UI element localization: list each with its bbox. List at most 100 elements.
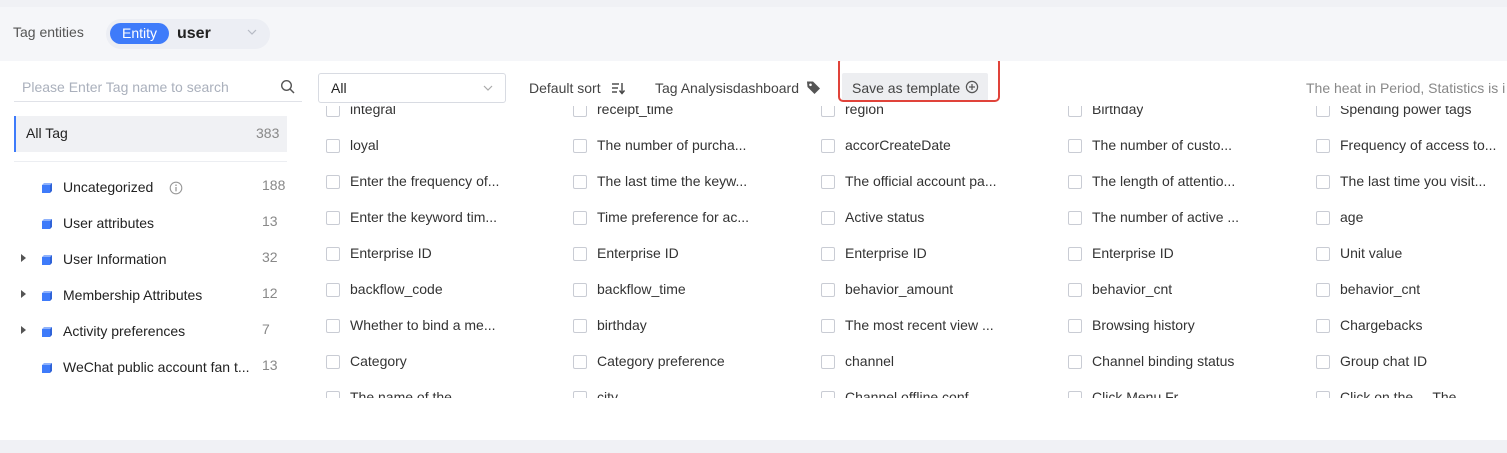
tag-checkbox[interactable] bbox=[821, 355, 835, 369]
tag-checkbox[interactable] bbox=[1316, 247, 1330, 261]
tag-item[interactable]: loyal bbox=[312, 125, 552, 161]
tag-analysis-dashboard-link[interactable]: Tag Analysisdashboard bbox=[655, 80, 799, 96]
tag-checkbox[interactable] bbox=[1316, 355, 1330, 369]
tag-checkbox[interactable] bbox=[1068, 355, 1082, 369]
tag-item[interactable]: Enter the frequency of... bbox=[312, 161, 552, 197]
tag-item[interactable]: behavior_amount bbox=[807, 269, 1047, 305]
tag-item[interactable]: Category preference bbox=[559, 341, 799, 377]
tag-checkbox[interactable] bbox=[1068, 175, 1082, 189]
entity-select[interactable]: Entity user bbox=[106, 19, 270, 49]
sidebar-item-all-tag[interactable]: All Tag 383 bbox=[14, 116, 287, 152]
tag-checkbox[interactable] bbox=[573, 319, 587, 333]
tag-item[interactable]: channel bbox=[807, 341, 1047, 377]
tag-item[interactable]: Active status bbox=[807, 197, 1047, 233]
search-icon[interactable] bbox=[280, 79, 296, 95]
tag-item[interactable]: region bbox=[807, 106, 1047, 125]
tag-item[interactable]: backflow_time bbox=[559, 269, 799, 305]
tag-item[interactable]: behavior_cnt bbox=[1302, 269, 1507, 305]
tag-checkbox[interactable] bbox=[326, 391, 340, 398]
sidebar-item-uncategorized[interactable]: Uncategorized 188 bbox=[14, 170, 287, 206]
tag-checkbox[interactable] bbox=[1068, 319, 1082, 333]
tag-item[interactable]: Enterprise ID bbox=[312, 233, 552, 269]
tag-checkbox[interactable] bbox=[573, 355, 587, 369]
tag-filter-select[interactable]: All bbox=[318, 73, 506, 103]
tag-item[interactable]: Time preference for ac... bbox=[559, 197, 799, 233]
sidebar-item-user-attributes[interactable]: User attributes 13 bbox=[14, 206, 287, 242]
tag-item[interactable]: behavior_cnt bbox=[1054, 269, 1294, 305]
tag-checkbox[interactable] bbox=[326, 175, 340, 189]
default-sort-button[interactable]: Default sort bbox=[529, 80, 601, 96]
tag-checkbox[interactable] bbox=[1068, 106, 1082, 117]
tag-checkbox[interactable] bbox=[1068, 391, 1082, 398]
expand-arrow-icon[interactable] bbox=[21, 326, 26, 334]
tag-checkbox[interactable] bbox=[821, 319, 835, 333]
sidebar-item-activity-preferences[interactable]: Activity preferences 7 bbox=[14, 314, 287, 350]
sidebar-item-membership-attributes[interactable]: Membership Attributes 12 bbox=[14, 278, 287, 314]
expand-arrow-icon[interactable] bbox=[21, 290, 26, 298]
tag-checkbox[interactable] bbox=[326, 211, 340, 225]
tag-checkbox[interactable] bbox=[573, 247, 587, 261]
sidebar-item-wechat-fans[interactable]: WeChat public account fan t... 13 bbox=[14, 350, 287, 386]
tag-item[interactable]: The number of active ... bbox=[1054, 197, 1294, 233]
tag-item[interactable]: The length of attentio... bbox=[1054, 161, 1294, 197]
tag-item[interactable]: The number of custo... bbox=[1054, 125, 1294, 161]
tag-item[interactable]: Click Menu Fr... bbox=[1054, 377, 1294, 398]
tag-item[interactable]: receipt_time bbox=[559, 106, 799, 125]
tag-item[interactable]: Group chat ID bbox=[1302, 341, 1507, 377]
sort-icon[interactable] bbox=[611, 81, 625, 95]
tag-item[interactable]: Enterprise ID bbox=[559, 233, 799, 269]
tag-checkbox[interactable] bbox=[1068, 211, 1082, 225]
tag-checkbox[interactable] bbox=[821, 247, 835, 261]
tag-checkbox[interactable] bbox=[1316, 175, 1330, 189]
tag-icon[interactable] bbox=[806, 80, 821, 95]
sidebar-item-user-information[interactable]: User Information 32 bbox=[14, 242, 287, 278]
tag-item[interactable]: Enter the keyword tim... bbox=[312, 197, 552, 233]
tag-item[interactable]: Channel offline conf... bbox=[807, 377, 1047, 398]
tag-checkbox[interactable] bbox=[326, 319, 340, 333]
tag-checkbox[interactable] bbox=[326, 355, 340, 369]
tag-item[interactable]: The number of purcha... bbox=[559, 125, 799, 161]
tag-checkbox[interactable] bbox=[821, 283, 835, 297]
tag-item[interactable]: Click on the ... The... bbox=[1302, 377, 1507, 398]
tag-checkbox[interactable] bbox=[1316, 391, 1330, 398]
tag-checkbox[interactable] bbox=[573, 211, 587, 225]
tag-item[interactable]: birthday bbox=[559, 305, 799, 341]
tag-item[interactable]: Chargebacks bbox=[1302, 305, 1507, 341]
tag-item[interactable]: city bbox=[559, 377, 799, 398]
tag-checkbox[interactable] bbox=[1316, 139, 1330, 153]
tag-checkbox[interactable] bbox=[1068, 247, 1082, 261]
tag-checkbox[interactable] bbox=[1316, 283, 1330, 297]
tag-item[interactable]: Unit value bbox=[1302, 233, 1507, 269]
expand-arrow-icon[interactable] bbox=[21, 254, 26, 262]
tag-checkbox[interactable] bbox=[821, 175, 835, 189]
tag-item[interactable]: age bbox=[1302, 197, 1507, 233]
tag-checkbox[interactable] bbox=[821, 391, 835, 398]
tag-item[interactable]: Category bbox=[312, 341, 552, 377]
tag-item[interactable]: The official account pa... bbox=[807, 161, 1047, 197]
search-input[interactable] bbox=[14, 72, 270, 102]
tag-checkbox[interactable] bbox=[821, 139, 835, 153]
tag-checkbox[interactable] bbox=[1068, 139, 1082, 153]
tag-checkbox[interactable] bbox=[326, 106, 340, 117]
tag-checkbox[interactable] bbox=[821, 211, 835, 225]
tag-checkbox[interactable] bbox=[573, 175, 587, 189]
tag-item[interactable]: The last time the keyw... bbox=[559, 161, 799, 197]
tag-checkbox[interactable] bbox=[326, 283, 340, 297]
tag-checkbox[interactable] bbox=[1316, 211, 1330, 225]
tag-item[interactable]: accorCreateDate bbox=[807, 125, 1047, 161]
tag-checkbox[interactable] bbox=[326, 247, 340, 261]
tag-item[interactable]: integral bbox=[312, 106, 552, 125]
tag-item[interactable]: Frequency of access to... bbox=[1302, 125, 1507, 161]
tag-item[interactable]: backflow_code bbox=[312, 269, 552, 305]
tag-item[interactable]: Spending power tags bbox=[1302, 106, 1507, 125]
tag-checkbox[interactable] bbox=[1316, 106, 1330, 117]
tag-item[interactable]: Whether to bind a me... bbox=[312, 305, 552, 341]
tag-checkbox[interactable] bbox=[573, 106, 587, 117]
tag-item[interactable]: Birthday bbox=[1054, 106, 1294, 125]
tag-checkbox[interactable] bbox=[1316, 319, 1330, 333]
tag-checkbox[interactable] bbox=[1068, 283, 1082, 297]
tag-item[interactable]: Enterprise ID bbox=[807, 233, 1047, 269]
tag-checkbox[interactable] bbox=[326, 139, 340, 153]
tag-checkbox[interactable] bbox=[573, 139, 587, 153]
tag-item[interactable]: Browsing history bbox=[1054, 305, 1294, 341]
